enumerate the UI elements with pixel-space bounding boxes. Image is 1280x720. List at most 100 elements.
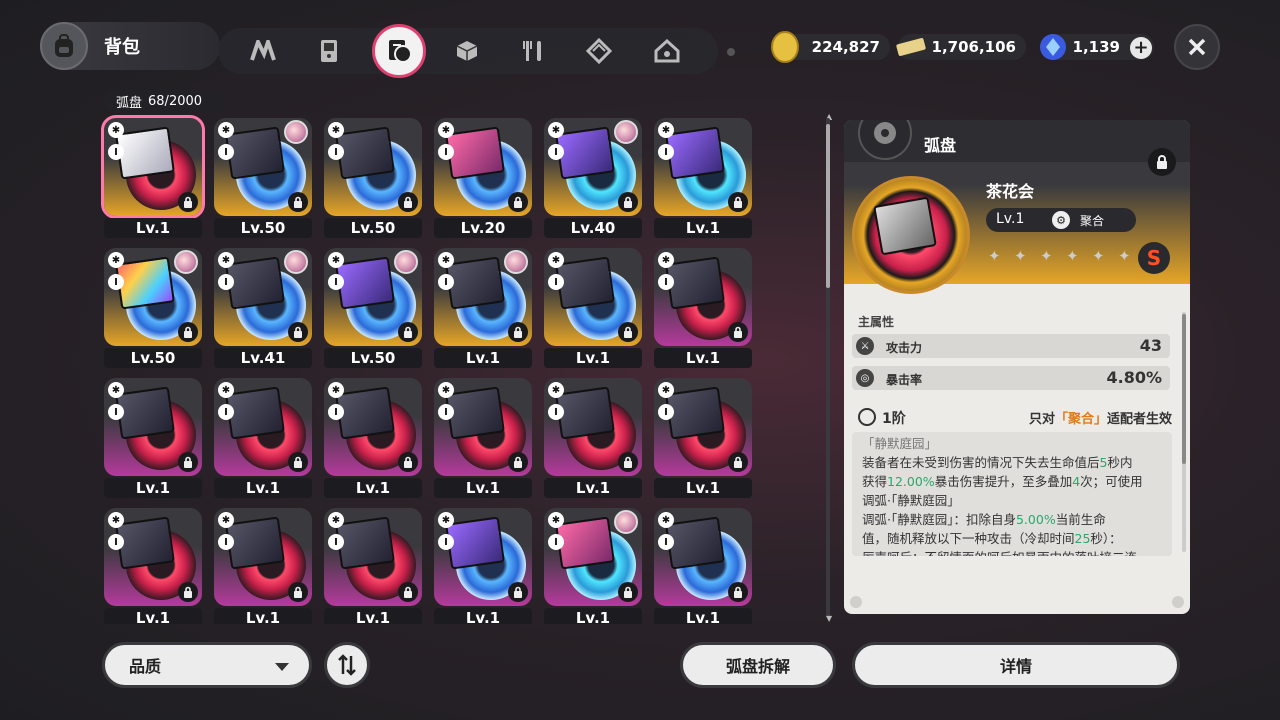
lock-icon[interactable] <box>398 582 418 602</box>
disc-card[interactable]: ✱ I <box>324 118 422 216</box>
disc-card[interactable]: ✱ I <box>324 508 422 606</box>
disc-card[interactable]: ✱ I <box>654 118 752 216</box>
dismantle-button[interactable]: 弧盘拆解 <box>680 642 836 688</box>
disc-item[interactable]: ✱ I Lv.1 <box>434 248 532 368</box>
details-button[interactable]: 详情 <box>852 642 1180 688</box>
lock-icon[interactable] <box>508 322 528 342</box>
disc-item[interactable]: ✱ I Lv.1 <box>104 508 202 624</box>
rank-icon: I <box>548 144 564 160</box>
lock-icon[interactable] <box>398 452 418 472</box>
disc-card[interactable]: ✱ I <box>544 378 642 476</box>
lock-icon[interactable] <box>728 192 748 212</box>
lock-icon[interactable] <box>618 582 638 602</box>
disc-item[interactable]: ✱ I Lv.1 <box>324 508 422 624</box>
disc-item[interactable]: ✱ I Lv.41 <box>214 248 312 368</box>
lock-icon[interactable] <box>618 452 638 472</box>
disc-card[interactable]: ✱ I <box>654 378 752 476</box>
disc-card[interactable]: ✱ I <box>104 248 202 346</box>
lock-icon[interactable] <box>288 322 308 342</box>
disc-card[interactable]: ✱ I <box>654 508 752 606</box>
class-icon: ✱ <box>108 382 124 398</box>
lock-icon[interactable] <box>728 582 748 602</box>
disc-card[interactable]: ✱ I <box>101 115 205 219</box>
ticket-amount: 1,706,106 <box>931 38 1016 56</box>
lock-icon[interactable] <box>288 452 308 472</box>
close-button[interactable] <box>1174 24 1220 70</box>
disc-card[interactable]: ✱ I <box>654 248 752 346</box>
lock-icon[interactable] <box>618 192 638 212</box>
disc-item[interactable]: ✱ I Lv.50 <box>214 118 312 238</box>
lock-icon[interactable] <box>508 192 528 212</box>
lock-icon[interactable] <box>398 192 418 212</box>
disc-card[interactable]: ✱ I <box>324 378 422 476</box>
disc-card[interactable]: ✱ I <box>214 508 312 606</box>
star-icon: ✦ <box>1066 247 1079 265</box>
disc-card[interactable]: ✱ I <box>544 118 642 216</box>
disc-item[interactable]: ✱ I Lv.20 <box>434 118 532 238</box>
detail-scroll-thumb[interactable] <box>1182 314 1186 464</box>
lock-icon[interactable] <box>288 192 308 212</box>
disc-item[interactable]: ✱ I Lv.1 <box>654 248 752 368</box>
effect-condition: 只对「聚合」适配者生效 <box>1029 408 1172 427</box>
disc-card[interactable]: ✱ I <box>544 508 642 606</box>
disc-card[interactable]: ✱ I <box>324 248 422 346</box>
lock-icon[interactable] <box>618 322 638 342</box>
grid-scroll-thumb[interactable] <box>826 124 830 288</box>
disc-item[interactable]: ✱ I Lv.1 <box>214 378 312 498</box>
disc-item[interactable]: ✱ I Lv.1 <box>434 508 532 624</box>
detail-category: 弧盘 <box>924 136 957 155</box>
crystal-icon <box>1040 34 1066 60</box>
disc-card[interactable]: ✱ I <box>214 118 312 216</box>
lock-icon[interactable] <box>508 452 528 472</box>
disc-item[interactable]: ✱ I Lv.50 <box>324 118 422 238</box>
lock-icon[interactable] <box>508 582 528 602</box>
rank-icon: I <box>548 404 564 420</box>
disc-card[interactable]: ✱ I <box>434 378 532 476</box>
disc-card[interactable]: ✱ I <box>214 378 312 476</box>
disc-level: Lv.1 <box>324 478 422 498</box>
disc-item[interactable]: ✱ I Lv.40 <box>544 118 642 238</box>
disc-item[interactable]: ✱ I Lv.1 <box>214 508 312 624</box>
lock-icon[interactable] <box>178 452 198 472</box>
lock-icon[interactable] <box>178 192 198 212</box>
disc-item[interactable]: ✱ I Lv.1 <box>654 508 752 624</box>
lock-icon[interactable] <box>398 322 418 342</box>
disc-item[interactable]: ✱ I Lv.1 <box>654 118 752 238</box>
disc-item[interactable]: ✱ I Lv.1 <box>544 248 642 368</box>
e4a: 调弧·「静默庭园」：扣除自身 <box>862 512 1016 527</box>
detail-lock-button[interactable] <box>1148 148 1176 176</box>
disc-item[interactable]: ✱ I Lv.1 <box>101 115 205 238</box>
disc-item[interactable]: ✱ I Lv.1 <box>324 378 422 498</box>
disc-item[interactable]: ✱ I Lv.1 <box>544 508 642 624</box>
lock-icon[interactable] <box>728 322 748 342</box>
disc-cover <box>555 516 615 570</box>
disc-cover <box>115 126 175 180</box>
effect-description[interactable]: 「静默庭园」 装备者在未受到伤害的情况下失去生命值后5秒内 获得12.00%暴击… <box>852 432 1172 556</box>
disc-card[interactable]: ✱ I <box>434 508 532 606</box>
disc-card[interactable]: ✱ I <box>104 378 202 476</box>
disc-item[interactable]: ✱ I Lv.1 <box>544 378 642 498</box>
disc-item[interactable]: ✱ I Lv.50 <box>104 248 202 368</box>
disc-card[interactable]: ✱ I <box>214 248 312 346</box>
disc-cover <box>335 516 395 570</box>
disc-item[interactable]: ✱ I Lv.1 <box>654 378 752 498</box>
disc-item[interactable]: ✱ I Lv.1 <box>434 378 532 498</box>
disc-level: Lv.1 <box>434 478 532 498</box>
disc-level: Lv.50 <box>214 218 312 238</box>
lock-icon[interactable] <box>288 582 308 602</box>
class-icon: ✱ <box>658 512 674 528</box>
disc-card[interactable]: ✱ I <box>104 508 202 606</box>
disc-card[interactable]: ✱ I <box>434 118 532 216</box>
disc-card[interactable]: ✱ I <box>434 248 532 346</box>
disc-cover <box>115 516 175 570</box>
disc-item[interactable]: ✱ I Lv.1 <box>104 378 202 498</box>
sort-order-button[interactable] <box>324 642 370 688</box>
disc-item[interactable]: ✱ I Lv.50 <box>324 248 422 368</box>
add-crystal-button[interactable]: + <box>1130 37 1152 59</box>
rank-s-badge: S <box>1138 242 1170 274</box>
lock-icon[interactable] <box>728 452 748 472</box>
lock-icon[interactable] <box>178 582 198 602</box>
quality-dropdown[interactable]: 品质 <box>102 642 312 688</box>
lock-icon[interactable] <box>178 322 198 342</box>
disc-card[interactable]: ✱ I <box>544 248 642 346</box>
